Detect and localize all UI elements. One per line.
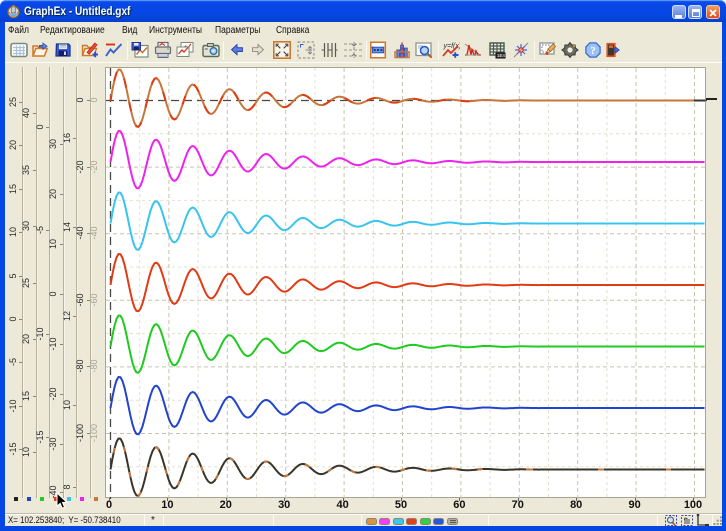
svg-text:1E4: 1E4 — [497, 53, 506, 58]
svg-text:?: ? — [590, 46, 595, 57]
